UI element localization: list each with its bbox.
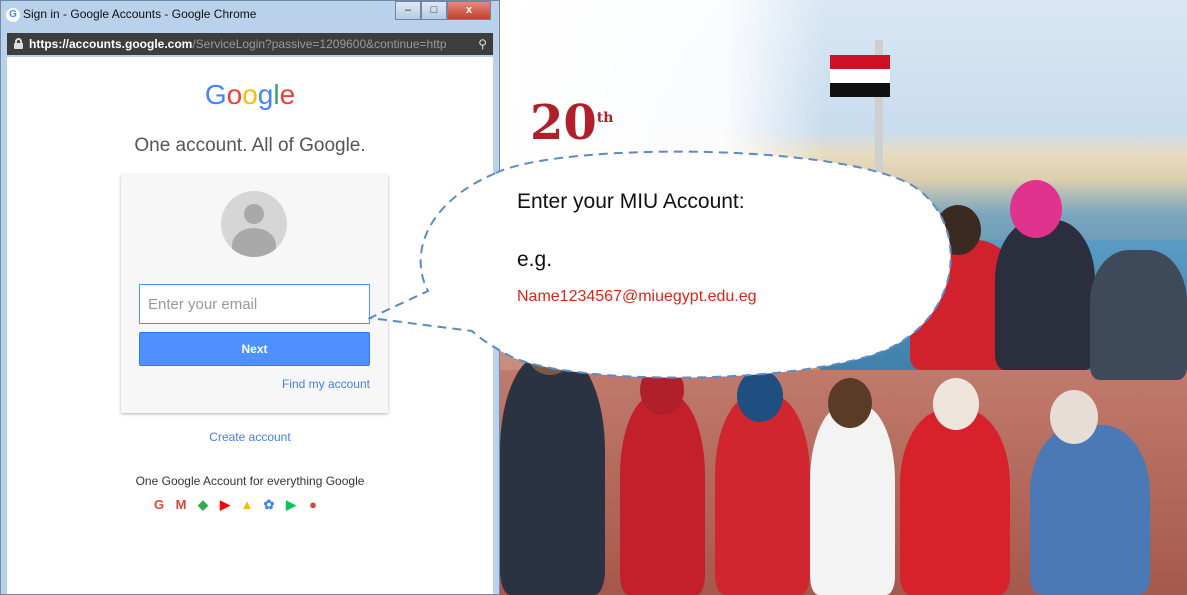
play-store-icon: ▶ [286,497,296,512]
person [995,220,1095,370]
gmail-icon: M [175,497,187,512]
url-host: https://accounts.google.com [29,37,193,51]
google-search-icon: G [153,497,165,512]
avatar [221,191,287,257]
minimize-button[interactable]: – [395,1,421,20]
photos-icon: ✿ [263,497,275,512]
person [715,395,810,595]
google-icon: G [6,8,20,22]
email-input[interactable] [139,284,370,324]
everything-google-text: One Google Account for everything Google [135,474,365,488]
next-button[interactable]: Next [139,332,370,366]
person [900,410,1010,595]
person-head [828,378,872,428]
speech-bubble [368,150,952,379]
chrome-icon: ● [309,497,317,512]
person-head [1010,180,1062,238]
google-logo: Google [204,79,296,110]
window-controls: – □ x [395,1,491,20]
create-account-link[interactable]: Create account [7,430,493,444]
youtube-icon: ▶ [220,497,230,512]
url-path: /ServiceLogin?passive=1209600&continue=h… [192,37,447,51]
google-apps-row: G M ◆ ▶ ▲ ✿ ▶ ● [152,498,320,512]
maximize-button[interactable]: □ [421,1,447,20]
find-account-link[interactable]: Find my account [282,377,370,391]
person [620,395,705,595]
window-title: Sign in - Google Accounts - Google Chrom… [23,7,257,21]
person-head [933,378,979,430]
drive-icon: ▲ [240,497,254,512]
key-icon[interactable]: ⚲ [478,37,487,51]
address-bar[interactable]: https://accounts.google.com/ServiceLogin… [7,33,493,55]
close-button[interactable]: x [447,1,491,20]
flag [830,55,890,97]
lock-icon [14,38,23,49]
maps-icon: ◆ [198,497,208,512]
bubble-title: Enter your MIU Account: [517,190,745,213]
person [1090,250,1187,380]
person [1030,425,1150,595]
signin-card: Next Find my account [121,175,388,413]
bubble-example-email: Name1234567@miuegypt.edu.eg [517,288,757,305]
bubble-eg: e.g. [517,248,553,271]
person [500,355,605,595]
person-head [1050,390,1098,444]
person [810,405,895,595]
